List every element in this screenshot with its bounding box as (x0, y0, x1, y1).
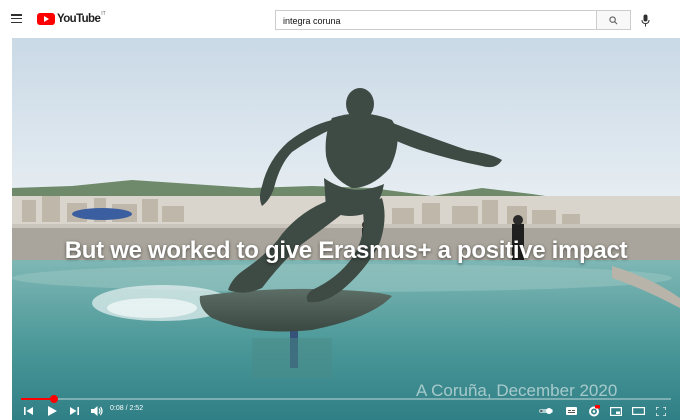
volume-icon (91, 406, 103, 416)
previous-button[interactable] (22, 402, 34, 420)
time-display: 0:08 / 2:52 (110, 405, 144, 412)
autoplay-toggle-icon (539, 408, 553, 414)
theater-mode-icon (631, 407, 645, 415)
autoplay-toggle[interactable] (538, 402, 554, 420)
play-button[interactable] (46, 402, 58, 420)
theater-mode-button[interactable] (630, 402, 646, 420)
voice-search-button[interactable] (638, 11, 652, 29)
miniplayer-button[interactable] (608, 402, 624, 420)
search-button[interactable] (596, 10, 631, 30)
youtube-logo[interactable]: YouTube IT (37, 11, 106, 26)
settings-icon (589, 405, 600, 417)
miniplayer-icon (610, 406, 622, 416)
progress-bar[interactable] (21, 395, 671, 403)
search-box (275, 10, 596, 30)
video-player[interactable]: But we worked to give Erasmus+ a positiv… (12, 38, 680, 420)
menu-icon[interactable] (11, 14, 22, 24)
logo-country-code: IT (101, 11, 106, 17)
search-input[interactable] (276, 12, 596, 30)
masthead: YouTube IT (0, 0, 684, 38)
search-icon (609, 15, 618, 24)
microphone-icon (641, 14, 649, 26)
next-icon (69, 407, 79, 415)
play-icon (47, 406, 57, 416)
logo-text: YouTube (57, 13, 101, 25)
mute-button[interactable] (90, 402, 104, 420)
youtube-play-icon (37, 13, 55, 25)
fullscreen-icon (656, 406, 666, 416)
next-button[interactable] (68, 402, 80, 420)
settings-button[interactable] (586, 402, 602, 420)
subtitles-button[interactable] (564, 402, 578, 420)
subtitles-icon (565, 407, 577, 415)
video-frame (12, 38, 680, 420)
player-controls: 0:08 / 2:52 (12, 402, 680, 420)
previous-icon (23, 407, 33, 415)
video-caption-overlay: But we worked to give Erasmus+ a positiv… (64, 237, 628, 264)
fullscreen-button[interactable] (654, 402, 668, 420)
